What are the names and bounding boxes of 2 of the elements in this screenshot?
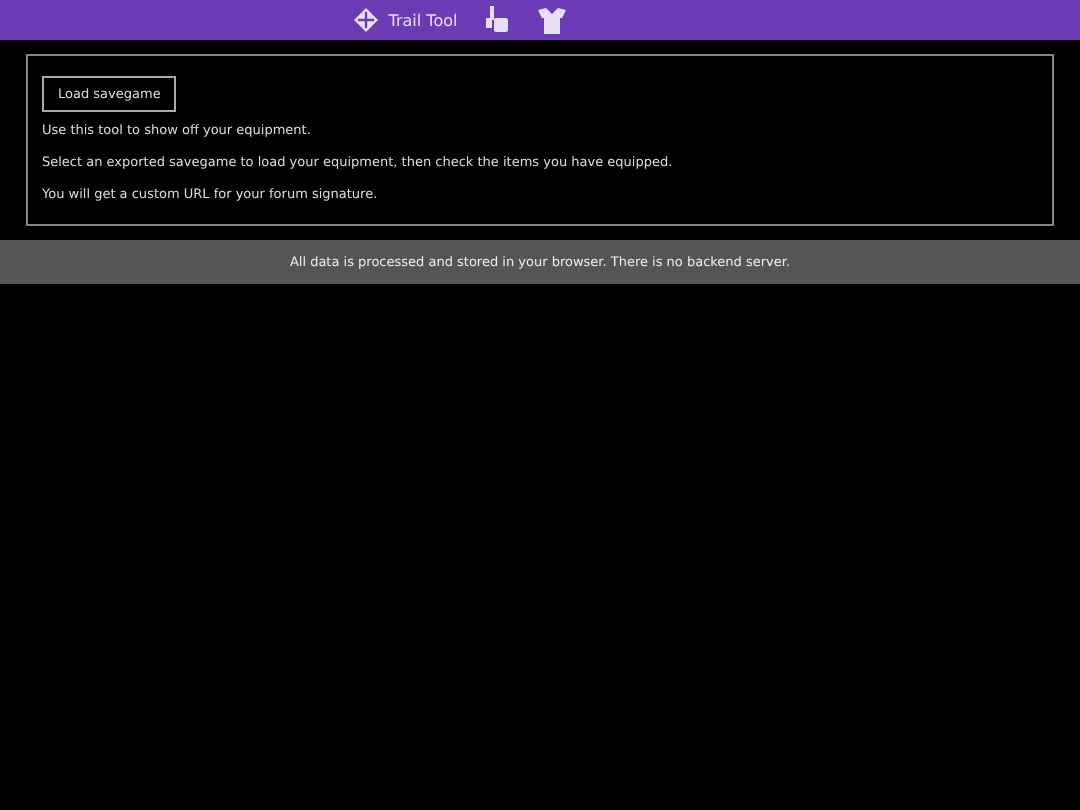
diamond-logo-icon [354,8,379,32]
brand-link[interactable]: Trail Tool [354,8,458,32]
